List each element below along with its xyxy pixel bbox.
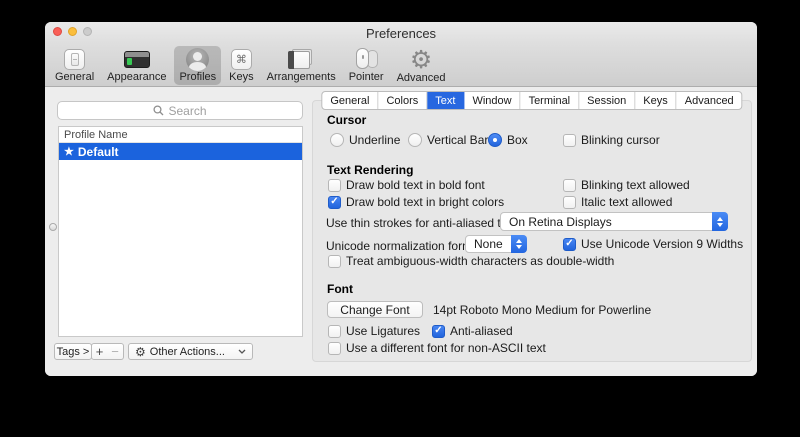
close-button[interactable] (53, 27, 62, 36)
popup-stepper-icon (712, 212, 728, 231)
radio-box[interactable]: Box (488, 133, 528, 147)
antialiased-checkbox-icon: ✓ (432, 325, 445, 338)
blinking-cursor-checkbox-icon (563, 134, 576, 147)
checkbox-bold-font[interactable]: Draw bold text in bold font (328, 178, 485, 192)
tab-window[interactable]: Window (464, 92, 520, 109)
toolbar-item-profiles[interactable]: Profiles (174, 46, 221, 85)
zoom-button[interactable] (83, 27, 92, 36)
toolbar-item-pointer[interactable]: Pointer (344, 46, 389, 85)
checkbox-blinking-cursor[interactable]: Blinking cursor (563, 133, 660, 147)
radio-underline[interactable]: Underline (330, 133, 400, 147)
chevron-down-icon (238, 349, 246, 354)
checkbox-ambiguous-width[interactable]: Treat ambiguous-width characters as doub… (328, 254, 614, 268)
checkbox-blinking-text[interactable]: Blinking text allowed (563, 178, 690, 192)
tab-advanced[interactable]: Advanced (677, 92, 742, 109)
default-star-icon: ★ (64, 145, 74, 158)
general-icon (64, 47, 85, 71)
blinking-text-checkbox-icon (563, 179, 576, 192)
italic-text-checkbox-icon (563, 196, 576, 209)
change-font-button[interactable]: Change Font (327, 301, 423, 318)
checkbox-italic-text[interactable]: Italic text allowed (563, 195, 672, 209)
checkbox-antialiased[interactable]: ✓ Anti-aliased (432, 324, 513, 338)
tab-general[interactable]: General (322, 92, 378, 109)
checkbox-bright-colors[interactable]: ✓ Draw bold text in bright colors (328, 195, 504, 209)
cursor-heading: Cursor (327, 113, 366, 127)
non-ascii-checkbox-icon (328, 342, 341, 355)
checkbox-unicode9-widths[interactable]: ✓ Use Unicode Version 9 Widths (563, 237, 743, 251)
minimize-button[interactable] (68, 27, 77, 36)
content-area: Search Profile Name ★ Default Tags > + −… (45, 87, 757, 376)
preferences-window: Preferences General Appearance Profiles … (45, 22, 757, 376)
titlebar[interactable]: Preferences (45, 22, 757, 44)
ambiguous-width-checkbox-icon (328, 255, 341, 268)
tab-terminal[interactable]: Terminal (521, 92, 580, 109)
tab-text[interactable]: Text (427, 92, 464, 109)
unicode-form-popup[interactable]: None (465, 235, 527, 253)
preferences-toolbar: General Appearance Profiles ⌘ Keys Arran… (45, 44, 757, 87)
appearance-icon (124, 47, 150, 71)
box-radio-icon (488, 133, 502, 147)
profile-row-default[interactable]: ★ Default (59, 143, 302, 160)
toolbar-item-arrangements[interactable]: Arrangements (262, 46, 341, 85)
remove-profile-button[interactable]: − (107, 343, 124, 360)
text-rendering-heading: Text Rendering (327, 163, 413, 177)
profile-list-header: Profile Name (59, 127, 302, 143)
tab-keys[interactable]: Keys (635, 92, 676, 109)
other-actions-popup[interactable]: ⚙ Other Actions... (128, 343, 253, 360)
tab-session[interactable]: Session (579, 92, 635, 109)
ligatures-checkbox-icon (328, 325, 341, 338)
pane-resize-knob[interactable] (49, 223, 57, 231)
profile-footer-bar: Tags > + − ⚙ Other Actions... (45, 343, 315, 360)
advanced-gear-icon: ⚙ (410, 47, 432, 72)
thin-strokes-popup[interactable]: On Retina Displays (500, 212, 728, 231)
tags-button[interactable]: Tags > (54, 343, 92, 360)
profiles-icon (186, 47, 209, 71)
profile-name: Default (78, 145, 119, 159)
underline-radio-icon (330, 133, 344, 147)
checkbox-non-ascii-font[interactable]: Use a different font for non-ASCII text (328, 341, 546, 355)
desktop-background: Preferences General Appearance Profiles … (0, 0, 800, 437)
search-placeholder: Search (168, 104, 206, 118)
bright-colors-checkbox-icon: ✓ (328, 196, 341, 209)
thin-strokes-label: Use thin strokes for anti-aliased text (326, 216, 517, 230)
add-profile-button[interactable]: + (91, 343, 108, 360)
unicode9-checkbox-icon: ✓ (563, 238, 576, 251)
gear-icon: ⚙ (135, 346, 146, 358)
tab-colors[interactable]: Colors (378, 92, 427, 109)
search-input[interactable]: Search (57, 101, 303, 120)
arrangements-icon (288, 47, 314, 71)
font-heading: Font (327, 282, 353, 296)
search-icon (153, 105, 164, 116)
window-title: Preferences (366, 26, 436, 41)
pointer-icon (354, 47, 378, 71)
other-actions-label: Other Actions... (150, 346, 225, 358)
popup-stepper-icon (511, 235, 527, 253)
radio-vertical-bar[interactable]: Vertical Bar (408, 133, 488, 147)
traffic-lights (53, 27, 92, 36)
profile-tabs: General Colors Text Window Terminal Sess… (321, 91, 742, 110)
bold-font-checkbox-icon (328, 179, 341, 192)
unicode-form-label: Unicode normalization form: (326, 239, 475, 253)
profile-list: Profile Name ★ Default (58, 126, 303, 337)
toolbar-item-keys[interactable]: ⌘ Keys (224, 46, 258, 85)
keys-icon: ⌘ (231, 47, 252, 71)
toolbar-item-appearance[interactable]: Appearance (102, 46, 171, 85)
vertical-bar-radio-icon (408, 133, 422, 147)
toolbar-item-advanced[interactable]: ⚙ Advanced (392, 46, 451, 85)
current-font-description: 14pt Roboto Mono Medium for Powerline (433, 303, 651, 317)
toolbar-item-general[interactable]: General (50, 46, 99, 85)
checkbox-use-ligatures[interactable]: Use Ligatures (328, 324, 420, 338)
